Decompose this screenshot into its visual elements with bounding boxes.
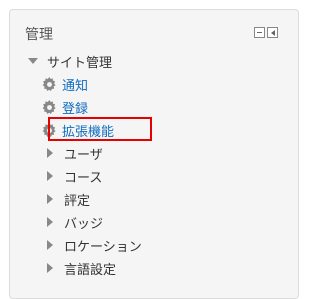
collapsed-arrow-icon[interactable] [47,194,53,204]
block-title: 管理 [25,27,53,43]
collapsed-arrow-icon[interactable] [47,240,53,250]
tree-item-label: 評定 [64,193,91,209]
tree-item-courses[interactable]: コース [47,166,102,186]
expanded-arrow-icon[interactable] [28,58,38,64]
collapsed-arrow-icon[interactable] [47,217,53,227]
collapsed-arrow-icon[interactable] [47,263,53,273]
tree-item-badges[interactable]: バッジ [47,212,103,232]
block-controls [254,27,278,38]
dock-left-icon[interactable] [267,27,278,38]
tree-item-location[interactable]: ロケーション [47,235,142,255]
collapsed-arrow-icon[interactable] [47,171,53,181]
tree-item-label: サイト管理 [47,55,113,71]
tree-item-label[interactable]: 登録 [62,98,88,117]
tree-item-users[interactable]: ユーザ [47,143,103,163]
tree-item-label: コース [64,170,103,186]
gear-icon [42,99,56,114]
tree-item-notifications[interactable]: 通知 [42,74,88,94]
highlight-box [48,117,152,141]
tree-item-label[interactable]: 通知 [62,75,88,94]
tree-item-registration[interactable]: 登録 [42,97,88,117]
tree-item-grades[interactable]: 評定 [47,189,90,209]
tree-item-language[interactable]: 言語設定 [47,258,116,278]
tree-item-label: バッジ [64,216,104,232]
tree-item-label: 言語設定 [64,262,117,278]
minus-square-icon[interactable] [254,27,265,38]
gear-icon [42,76,56,91]
tree-item-label: ロケーション [64,239,142,255]
tree-item-label: ユーザ [64,147,103,163]
collapsed-arrow-icon[interactable] [47,148,53,158]
tree-item-site-admin[interactable]: サイト管理 [28,51,112,71]
